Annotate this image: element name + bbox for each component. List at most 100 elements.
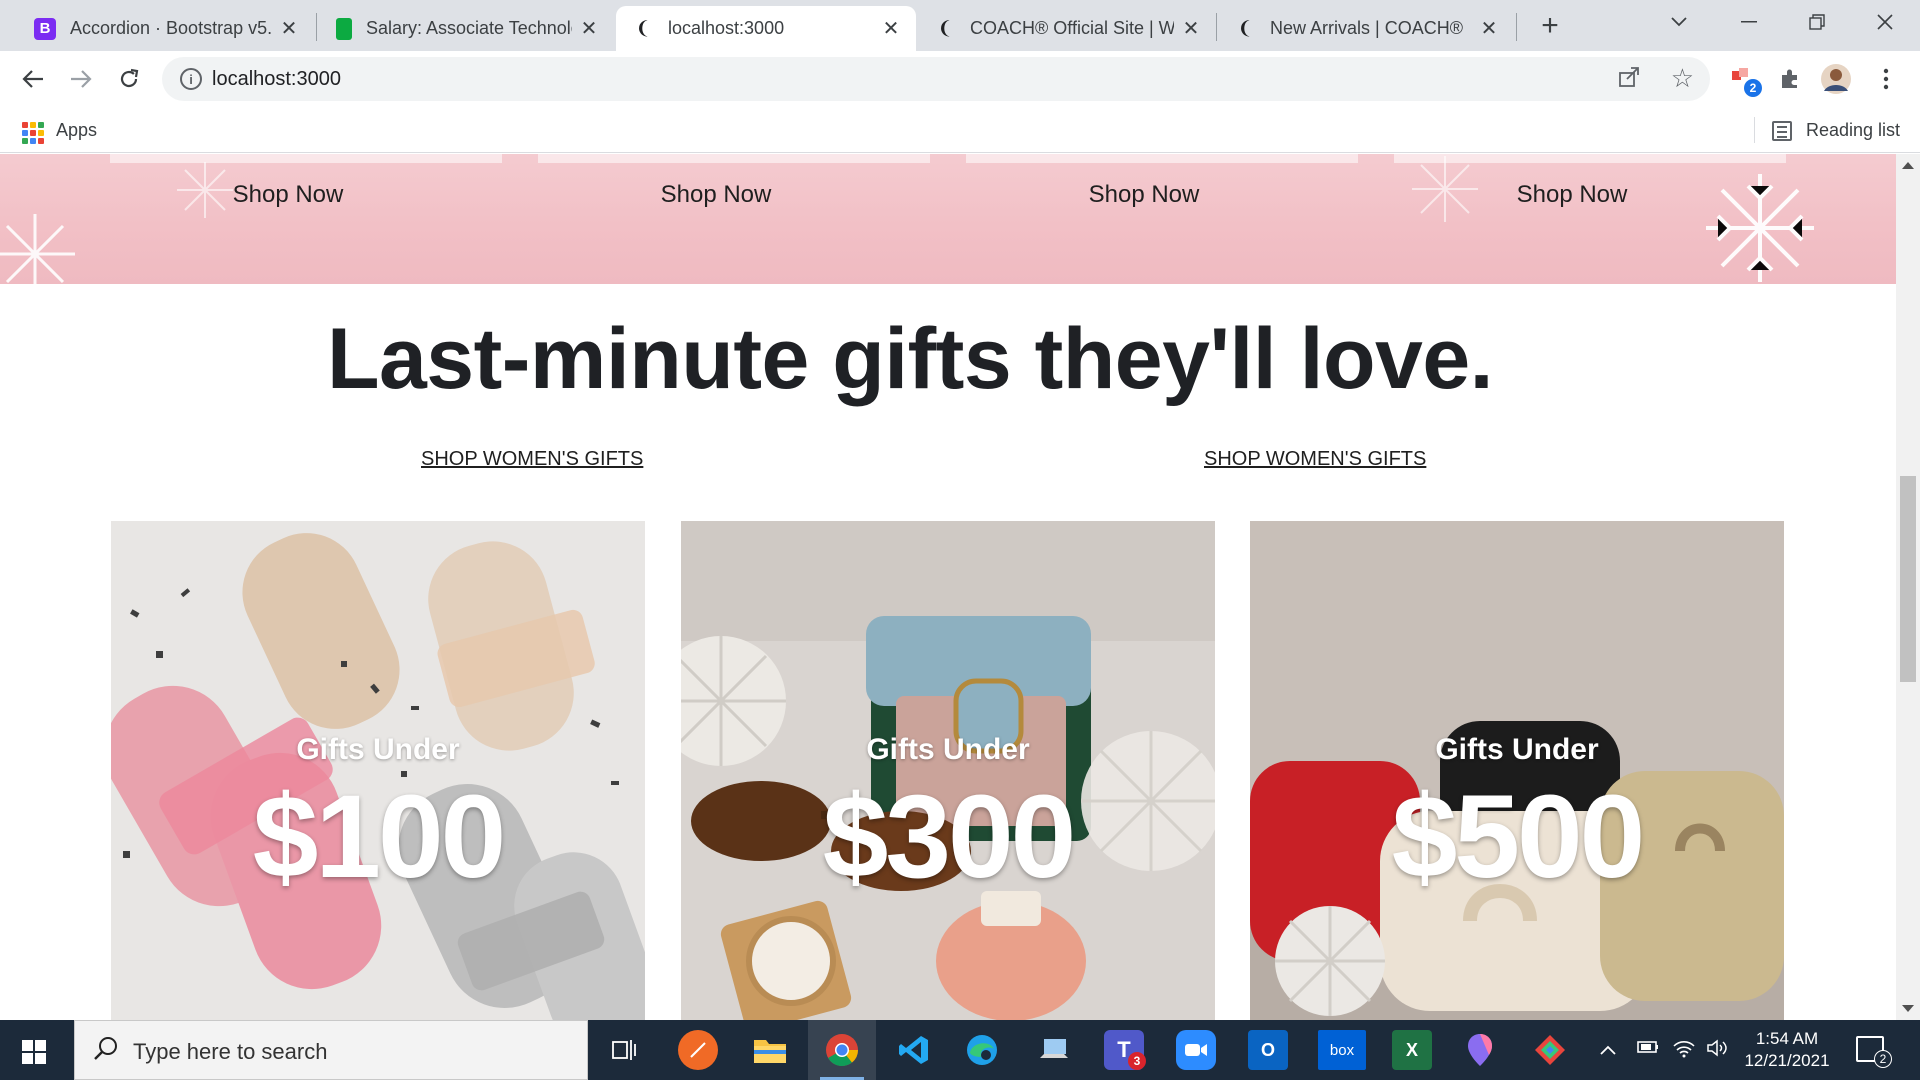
snipping-tool-icon[interactable] — [1530, 1030, 1570, 1070]
url-text[interactable]: localhost:3000 — [212, 68, 341, 91]
page-headline: Last-minute gifts they'll love. — [326, 311, 1494, 407]
bootstrap-icon: B — [34, 17, 56, 40]
teams-badge: 3 — [1128, 1052, 1146, 1070]
apps-bookmark[interactable]: Apps — [56, 120, 97, 141]
gifts-under-caption: Gifts Under — [1435, 733, 1599, 766]
tab-coach-new-arrivals[interactable]: ❨ New Arrivals | COACH® ✕ — [1218, 6, 1514, 51]
maps-pin-icon[interactable] — [1460, 1030, 1500, 1070]
tab-coach-official[interactable]: ❨ COACH® Official Site | W ✕ — [918, 6, 1216, 51]
gift-card-under-500[interactable]: Gifts Under $500 — [1250, 521, 1784, 1020]
task-view-icon[interactable] — [604, 1030, 644, 1070]
reload-button[interactable] — [110, 60, 148, 98]
scroll-up-arrow-icon[interactable] — [1902, 162, 1914, 169]
tab-title: COACH® Official Site | W — [970, 18, 1174, 38]
chrome-icon[interactable] — [822, 1030, 862, 1070]
browser-toolbar: i localhost:3000 ☆ 2 — [0, 51, 1920, 107]
snowflake-icon — [0, 214, 75, 284]
gift-card-under-300[interactable]: Gifts Under $300 — [681, 521, 1215, 1020]
outlook-icon[interactable]: O — [1248, 1030, 1288, 1070]
wifi-icon[interactable] — [1672, 1038, 1696, 1064]
tab-title: localhost:3000 — [668, 18, 785, 38]
gift-price-label: $300 — [822, 771, 1077, 903]
close-window-button[interactable] — [1852, 0, 1918, 44]
puzzle-icon[interactable] — [1774, 63, 1806, 95]
clock-date: 12/21/2021 — [1744, 1051, 1830, 1070]
profile-avatar[interactable] — [1820, 63, 1852, 95]
back-button[interactable] — [14, 60, 52, 98]
chevron-down-icon — [1671, 17, 1687, 27]
compass-app-icon[interactable] — [678, 1030, 718, 1070]
notification-center-icon[interactable]: 2 — [1856, 1036, 1892, 1068]
more-menu-icon[interactable] — [1870, 63, 1902, 95]
gift-price-label: $100 — [252, 771, 507, 903]
shop-womens-gifts-link[interactable]: SHOP WOMEN'S GIFTS — [1204, 448, 1426, 471]
extension-icon[interactable]: 2 — [1728, 63, 1762, 97]
share-icon[interactable] — [1618, 66, 1640, 94]
tab-salary[interactable]: Salary: Associate Technolo ✕ — [320, 6, 614, 51]
page-viewport: Shop Now Shop Now Shop Now Shop Now Last… — [0, 154, 1920, 1020]
shop-now-link[interactable]: Shop Now — [92, 181, 484, 209]
site-info-icon[interactable]: i — [180, 68, 202, 90]
shop-womens-gifts-link[interactable]: SHOP WOMEN'S GIFTS — [421, 448, 643, 471]
arrow-right-icon — [71, 70, 92, 88]
gift-price-label: $500 — [1391, 771, 1646, 903]
vscode-icon[interactable] — [894, 1030, 934, 1070]
extension-badge: 2 — [1744, 79, 1762, 97]
windows-start-icon[interactable] — [22, 1040, 46, 1064]
restore-button[interactable] — [1784, 0, 1850, 44]
reading-list-button[interactable]: Reading list — [1806, 120, 1900, 141]
new-tab-button[interactable]: + — [1534, 9, 1566, 42]
close-icon[interactable]: ✕ — [1180, 18, 1202, 40]
forward-button[interactable] — [62, 60, 100, 98]
minimize-button[interactable] — [1716, 0, 1782, 44]
bookmark-star-icon[interactable]: ☆ — [1671, 63, 1694, 94]
bookmarks-bar: Apps Reading list — [0, 107, 1920, 153]
file-explorer-icon[interactable] — [750, 1030, 790, 1070]
close-icon[interactable]: ✕ — [578, 18, 600, 40]
system-clock[interactable]: 1:54 AM 12/21/2021 — [1732, 1028, 1842, 1072]
reading-list-icon[interactable] — [1772, 121, 1792, 141]
restore-icon — [1809, 14, 1825, 30]
gifts-under-caption: Gifts Under — [866, 733, 1030, 766]
apps-grid-icon[interactable] — [22, 122, 44, 144]
shop-now-link[interactable]: Shop Now — [948, 181, 1340, 209]
notification-count-badge: 2 — [1874, 1050, 1892, 1068]
battery-icon[interactable] — [1636, 1038, 1660, 1061]
edge-icon[interactable] — [962, 1030, 1002, 1070]
coach-icon: ❨ — [937, 18, 953, 38]
teams-icon[interactable]: T 3 — [1104, 1030, 1146, 1070]
page-scrollbar[interactable] — [1896, 154, 1920, 1020]
close-icon[interactable]: ✕ — [880, 18, 902, 40]
product-tile-edge — [538, 154, 930, 163]
tab-separator — [316, 13, 317, 41]
glassdoor-icon — [336, 17, 352, 40]
tab-title: New Arrivals | COACH® — [1270, 18, 1463, 38]
scrollbar-thumb[interactable] — [1900, 476, 1916, 682]
gift-card-under-100[interactable]: Gifts Under $100 — [111, 521, 645, 1020]
excel-icon[interactable]: X — [1392, 1030, 1432, 1070]
close-icon — [1877, 14, 1893, 30]
tab-localhost[interactable]: ❨ localhost:3000 ✕ — [616, 6, 916, 51]
box-icon[interactable]: box — [1318, 1030, 1366, 1070]
holiday-promo-strip: Shop Now Shop Now Shop Now Shop Now — [0, 154, 1896, 284]
tab-bootstrap[interactable]: B Accordion · Bootstrap v5.0 ✕ — [18, 6, 314, 51]
arrow-left-icon — [22, 70, 43, 88]
tab-strip: B Accordion · Bootstrap v5.0 ✕ Salary: A… — [0, 0, 1920, 51]
tray-overflow-chevron-icon[interactable] — [1600, 1038, 1616, 1061]
product-tile-edge — [966, 154, 1358, 163]
taskbar-search-box[interactable]: Type here to search — [74, 1020, 588, 1080]
tab-title: Salary: Associate Technolo — [366, 18, 572, 38]
windows-taskbar: Type here to search T 3 O box X 1:54 AM … — [0, 1020, 1920, 1080]
laptop-app-icon[interactable] — [1034, 1030, 1074, 1070]
search-placeholder: Type here to search — [133, 1039, 328, 1064]
scroll-down-arrow-icon[interactable] — [1902, 1005, 1914, 1012]
close-icon[interactable]: ✕ — [278, 18, 300, 40]
zoom-icon[interactable] — [1176, 1030, 1216, 1070]
shop-now-link[interactable]: Shop Now — [520, 181, 912, 209]
volume-icon[interactable] — [1706, 1038, 1728, 1064]
close-icon[interactable]: ✕ — [1478, 18, 1500, 40]
coach-icon: ❨ — [1237, 18, 1253, 38]
shop-now-link[interactable]: Shop Now — [1376, 181, 1768, 209]
tab-search-button[interactable] — [1646, 0, 1712, 44]
address-bar[interactable]: i localhost:3000 ☆ — [162, 57, 1710, 101]
